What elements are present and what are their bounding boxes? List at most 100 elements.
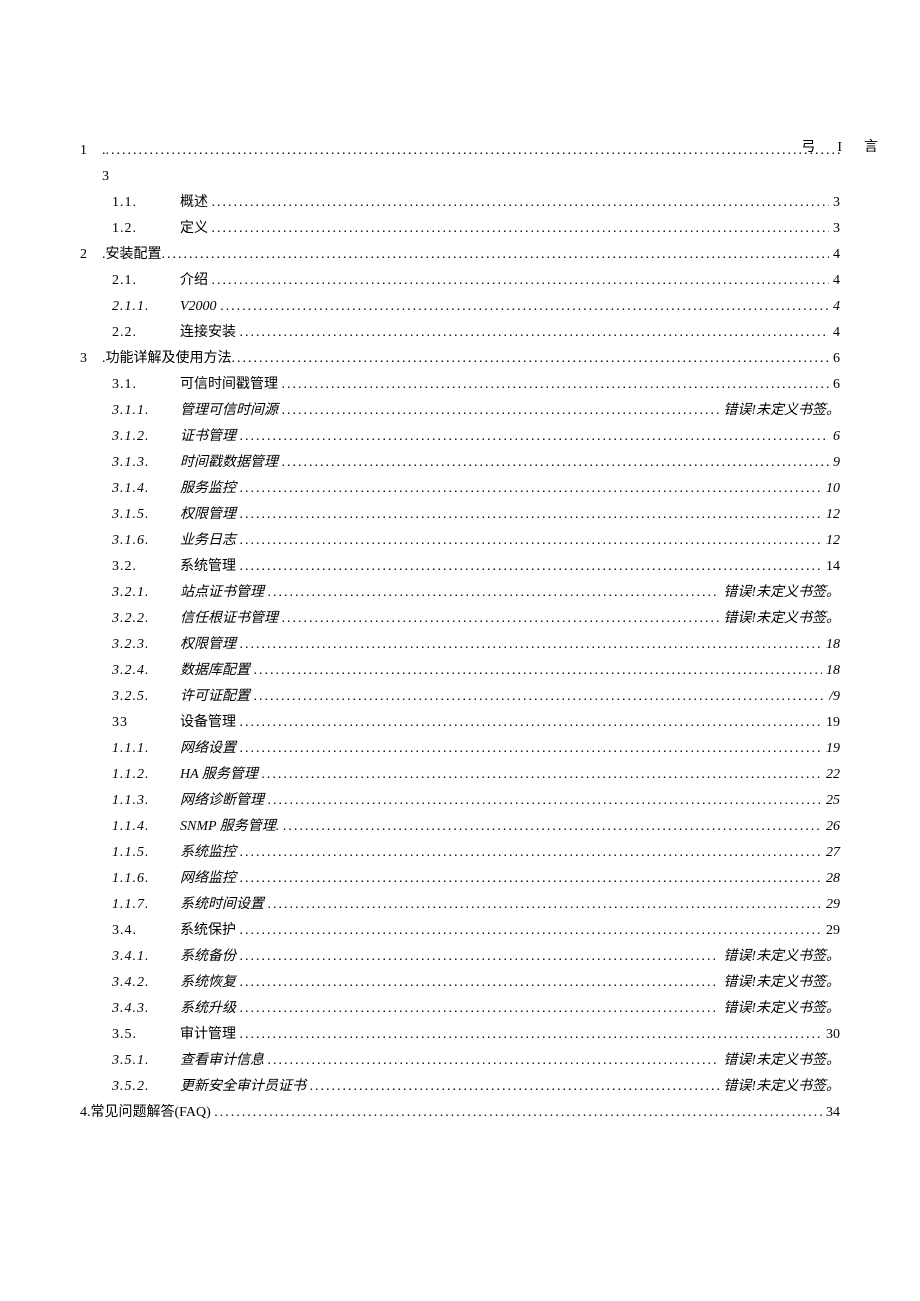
toc-entry: 1.1.3.网络诊断管理 ...........................…: [80, 788, 840, 814]
toc-title: 系统升级: [180, 996, 236, 1022]
toc-page-number: 18: [822, 632, 840, 658]
toc-title: 概述: [180, 190, 208, 216]
toc-title: 系统备份: [180, 944, 236, 970]
toc-entry: 2.1.介绍 .................................…: [80, 268, 840, 294]
toc-page-number: 29: [822, 892, 840, 918]
toc-entry: 3.4.3.系统升级 .............................…: [80, 996, 840, 1022]
toc-number: 3.1.1.: [112, 398, 180, 424]
toc-number: 3.1.2.: [112, 424, 180, 450]
toc-page-number: 4: [829, 320, 840, 346]
toc-number: 3.1.: [112, 372, 180, 398]
toc-page-number: 10: [822, 476, 840, 502]
toc-entry: 1.2.定义 .................................…: [80, 216, 840, 242]
toc-title: 信任根证书管理: [180, 606, 278, 632]
toc-page-number: 错误!未定义书签。: [719, 1074, 840, 1100]
toc-number: 3.1.3.: [112, 450, 180, 476]
toc-title: 权限管理: [180, 502, 236, 528]
toc-leader-dots: ........................................…: [106, 138, 841, 164]
toc-leader-dots: ........................................…: [240, 502, 823, 528]
toc-leader-dots: ........................................…: [232, 346, 830, 372]
toc-leader-dots: ........................................…: [268, 1048, 720, 1074]
toc-title: 更新安全审计员证书: [180, 1074, 306, 1100]
toc-leader-dots: ........................................…: [254, 684, 826, 710]
toc-entry: 1.1.2.HA 服务管理 ..........................…: [80, 762, 840, 788]
toc-number: 1.1.: [112, 190, 180, 216]
toc-title: 审计管理: [180, 1022, 236, 1048]
toc-title: SNMP 服务管理.: [180, 814, 279, 840]
toc-title: .功能详解及使用方法: [102, 346, 232, 372]
toc-entry: 3.1.6.业务日志 .............................…: [80, 528, 840, 554]
toc-leader-dots: ........................................…: [212, 268, 830, 294]
toc-page-number: 19: [822, 710, 840, 736]
toc-title: 许可证配置: [180, 684, 250, 710]
toc-title: 数据库配置: [180, 658, 250, 684]
toc-number: 3.2.3.: [112, 632, 180, 658]
toc-entry: 2.2.连接安装 ...............................…: [80, 320, 840, 346]
top-right-label: 弓I言: [801, 136, 900, 156]
toc-page-number: 34: [822, 1100, 840, 1126]
toc-page-number: 错误!未定义书签。: [719, 970, 840, 996]
toc-number: 2.1.1.: [112, 294, 180, 320]
toc-leader-dots: ........................................…: [268, 580, 720, 606]
toc-page-number: 26: [822, 814, 840, 840]
toc-entry: 3.1.2.证书管理 .............................…: [80, 424, 840, 450]
toc-entry: 3.5.1.查看审计信息 ...........................…: [80, 1048, 840, 1074]
toc-entry: 3.2.5.许可证配置 ............................…: [80, 684, 840, 710]
toc-leader-dots: ........................................…: [240, 918, 823, 944]
toc-title: 介绍: [180, 268, 208, 294]
toc-page-number: 9: [829, 450, 840, 476]
toc-page-number: 27: [822, 840, 840, 866]
toc-leader-dots: ........................................…: [240, 528, 823, 554]
toc-leader-dots: ........................................…: [240, 866, 823, 892]
toc-leader-dots: ........................................…: [214, 1100, 822, 1126]
toc-page-number: 14: [822, 554, 840, 580]
toc-page-number: 6: [829, 424, 840, 450]
toc-number: 1.1.3.: [112, 788, 180, 814]
toc-leader-dots: ........................................…: [240, 996, 720, 1022]
toc-entry: 3.5.2.更新安全审计员证书 ........................…: [80, 1074, 840, 1100]
toc-number: 3.2.: [112, 554, 180, 580]
toc-leader-dots: ........................................…: [282, 398, 720, 424]
toc-leader-dots: ........................................…: [261, 762, 822, 788]
toc-title: V2000: [180, 294, 217, 320]
toc-number: 3: [80, 346, 102, 372]
toc-entry: 1.1.4.SNMP 服务管理. .......................…: [80, 814, 840, 840]
toc-entry: 3.2.3.权限管理 .............................…: [80, 632, 840, 658]
toc-title: 设备管理: [180, 710, 236, 736]
toc-page-number: 4: [829, 242, 840, 268]
toc-title: 管理可信时间源: [180, 398, 278, 424]
toc-leader-dots: ........................................…: [240, 944, 720, 970]
toc-entry: 3.2.系统管理 ...............................…: [80, 554, 840, 580]
toc-number: 3.2.5.: [112, 684, 180, 710]
toc-number: 33: [112, 710, 180, 736]
toc-entry: 3.1.1.管理可信时间源 ..........................…: [80, 398, 840, 424]
toc-leader-dots: ........................................…: [212, 216, 830, 242]
toc-title: 服务监控: [180, 476, 236, 502]
toc-page-number: 4: [829, 268, 840, 294]
toc-title: 系统保护: [180, 918, 236, 944]
toc-leader-dots: ........................................…: [268, 892, 823, 918]
toc-entry: 3.1.可信时间戳管理 ............................…: [80, 372, 840, 398]
toc-number: 3.2.1.: [112, 580, 180, 606]
toc-page-number: 28: [822, 866, 840, 892]
document-page: 弓I言 1 . ................................…: [0, 0, 920, 1301]
toc-page-number: 25: [822, 788, 840, 814]
toc-leader-dots: ........................................…: [240, 736, 823, 762]
toc-page-number: 22: [822, 762, 840, 788]
toc-number: 3.5.1.: [112, 1048, 180, 1074]
toc-entry: 1.1.7.系统时间设置 ...........................…: [80, 892, 840, 918]
toc-page-number: 错误!未定义书签。: [719, 606, 840, 632]
toc-title: 网络监控: [180, 866, 236, 892]
toc-entry: 3.4.系统保护 ...............................…: [80, 918, 840, 944]
toc-page-number: 12: [822, 528, 840, 554]
toc-number: 3.2.2.: [112, 606, 180, 632]
toc-title: 业务日志: [180, 528, 236, 554]
toc-title: 权限管理: [180, 632, 236, 658]
toc-number: 1.1.2.: [112, 762, 180, 788]
toc-title: 网络设置: [180, 736, 236, 762]
toc-entry: 3.1.5.权限管理 .............................…: [80, 502, 840, 528]
toc-entry: 1.1.5.系统监控 .............................…: [80, 840, 840, 866]
toc-leader-dots: ........................................…: [282, 372, 830, 398]
toc-page-number: 错误!未定义书签。: [719, 398, 840, 424]
toc-entry: 3.4.1.系统备份 .............................…: [80, 944, 840, 970]
